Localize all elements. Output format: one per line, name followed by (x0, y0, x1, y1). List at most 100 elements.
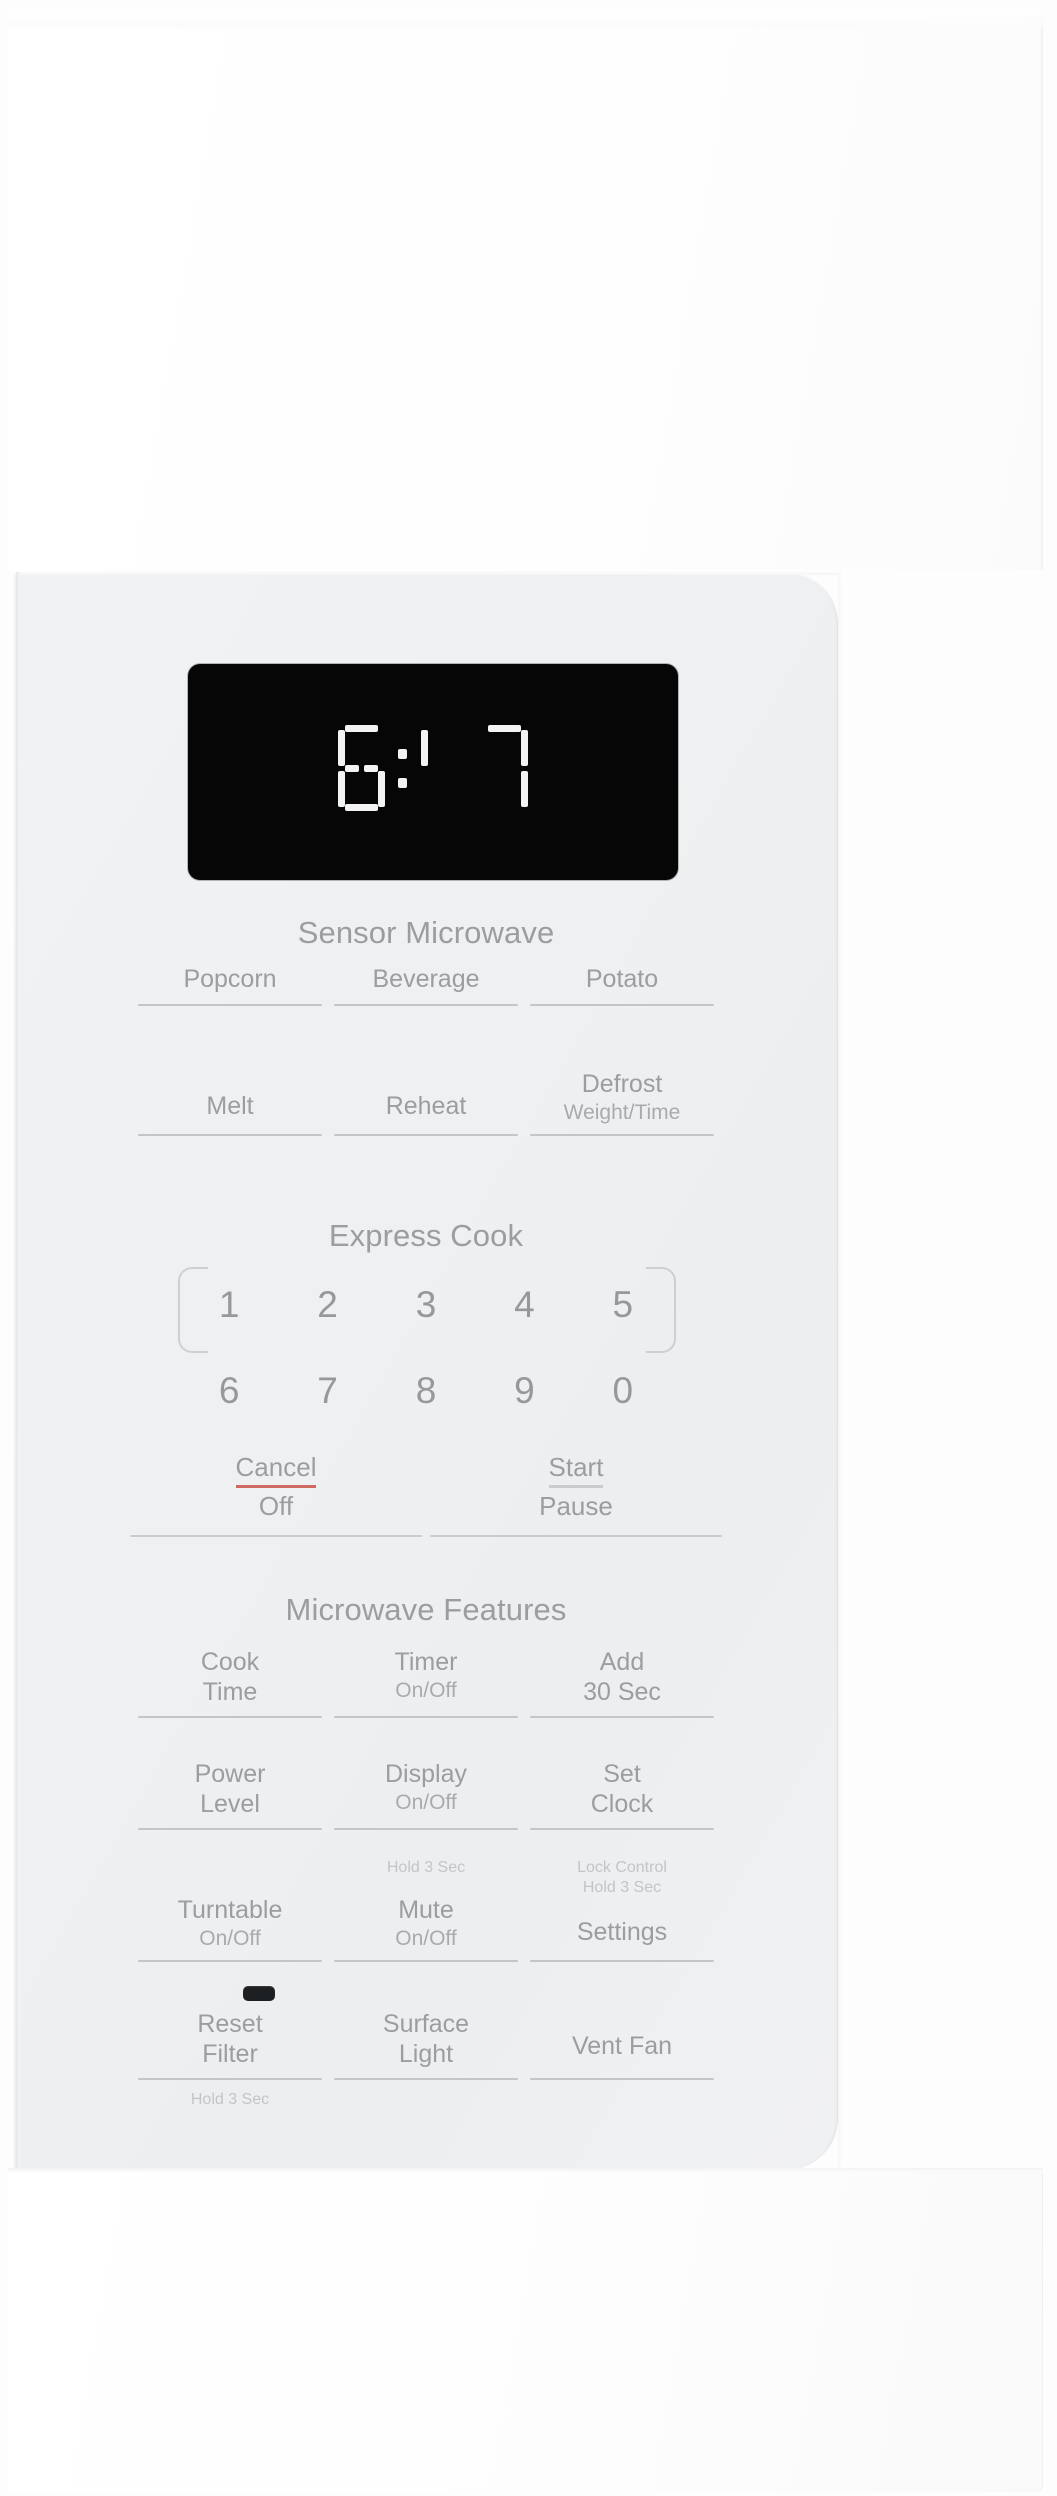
button-number-9[interactable]: 9 (475, 1372, 573, 1409)
button-power-sublabel: Level (200, 1789, 260, 1818)
button-melt[interactable]: Melt (132, 1070, 328, 1136)
button-display-sublabel: On/Off (395, 1790, 457, 1814)
microwave-door-upper (8, 8, 1043, 570)
button-vent-fan-underline (530, 2078, 714, 2080)
button-set-clock[interactable]: Set Clock (524, 1760, 720, 1830)
button-timer-sublabel: On/Off (395, 1678, 457, 1702)
button-number-0[interactable]: 0 (574, 1372, 672, 1409)
microwave-front-panel: Sensor Microwave Popcorn Beverage Potato… (0, 0, 1057, 2496)
button-number-1[interactable]: 1 (180, 1286, 278, 1323)
button-power-level[interactable]: Power Level (132, 1760, 328, 1830)
lcd-display (188, 664, 678, 880)
button-start-label: Start (548, 1452, 604, 1489)
button-reset-label: Reset (197, 2010, 263, 2038)
express-cook-number-row-1: 1 2 3 4 5 (14, 1286, 838, 1323)
button-set-clock-underline (530, 1828, 714, 1830)
caption-reset-filter-hold: Hold 3 Sec (132, 2090, 328, 2121)
button-reheat[interactable]: Reheat (328, 1070, 524, 1136)
button-beverage-underline (334, 1003, 518, 1006)
button-surface-label: Surface (382, 2010, 470, 2038)
button-timer-underline (334, 1716, 518, 1718)
button-vent-fan-label: Vent Fan (571, 2032, 673, 2060)
button-cancel-off[interactable]: Cancel Off (126, 1452, 426, 1537)
button-beverage-label: Beverage (372, 965, 480, 993)
button-turntable-sublabel: On/Off (199, 1926, 261, 1950)
button-potato-label: Potato (585, 965, 659, 993)
button-cook-time[interactable]: Cook Time (132, 1648, 328, 1718)
sensor-microwave-row-1: Popcorn Beverage Potato (14, 965, 838, 1006)
button-clock-sublabel: Clock (590, 1789, 654, 1818)
button-defrost[interactable]: Defrost Weight/Time (524, 1070, 720, 1136)
button-melt-label: Melt (206, 1092, 254, 1120)
button-popcorn[interactable]: Popcorn (132, 965, 328, 1006)
button-turntable-on-off[interactable]: Turntable On/Off (132, 1896, 328, 1962)
section-title-express-cook: Express Cook (328, 1218, 524, 1253)
button-cancel-underline (130, 1534, 422, 1537)
button-light-sublabel: Light (398, 2039, 454, 2068)
lcd-digit-hour (338, 725, 385, 811)
button-settings-label: Settings (576, 1918, 668, 1946)
lcd-clock-readout (338, 725, 528, 811)
control-panel-top-highlight (14, 570, 838, 575)
button-add-label: Add (599, 1648, 645, 1676)
features-row-4-captions: Hold 3 Sec (14, 2090, 838, 2121)
button-number-6[interactable]: 6 (180, 1372, 278, 1409)
button-start-underline (430, 1534, 722, 1537)
express-cook-number-row-2: 6 7 8 9 0 (14, 1372, 838, 1409)
button-settings[interactable]: Settings (524, 1896, 720, 1962)
button-reheat-underline (334, 1133, 518, 1136)
features-row-2: Power Level Display On/Off Set Clock (14, 1760, 838, 1830)
button-turntable-label: Turntable (177, 1896, 283, 1924)
button-display-on-off[interactable]: Display On/Off (328, 1760, 524, 1830)
button-defrost-label: Defrost (581, 1070, 663, 1098)
button-defrost-underline (530, 1133, 714, 1136)
button-cook-time-sublabel: Time (202, 1677, 258, 1706)
section-title-sensor-microwave: Sensor Microwave (297, 915, 555, 950)
button-power-level-underline (138, 1828, 322, 1830)
button-reset-filter-underline (138, 2078, 322, 2080)
door-top-highlight (8, 8, 1043, 28)
button-number-3[interactable]: 3 (377, 1286, 475, 1323)
button-popcorn-label: Popcorn (183, 965, 277, 993)
caption-slot-empty-b (328, 2090, 524, 2121)
caption-reset-filter-hold-label: Hold 3 Sec (190, 2091, 270, 2108)
button-add-30-sec[interactable]: Add 30 Sec (524, 1648, 720, 1718)
features-row-3: Turntable On/Off Mute On/Off Settings (14, 1896, 838, 1962)
button-mute-underline (334, 1959, 518, 1962)
button-add-sublabel: 30 Sec (583, 1677, 661, 1706)
button-surface-light-underline (334, 2078, 518, 2080)
reset-filter-indicator-led (243, 1986, 275, 2001)
button-timer-on-off[interactable]: Timer On/Off (328, 1648, 524, 1718)
button-display-underline (334, 1828, 518, 1830)
button-start-pause[interactable]: Start Pause (426, 1452, 726, 1537)
button-timer-label: Timer (394, 1648, 458, 1676)
button-vent-fan[interactable]: Vent Fan (524, 2010, 720, 2080)
button-beverage[interactable]: Beverage (328, 965, 524, 1006)
button-number-4[interactable]: 4 (475, 1286, 573, 1323)
button-number-2[interactable]: 2 (278, 1286, 376, 1323)
features-row-1: Cook Time Timer On/Off Add 30 Sec (14, 1648, 838, 1718)
button-number-5[interactable]: 5 (574, 1286, 672, 1323)
button-cook-time-underline (138, 1716, 322, 1718)
button-mute-sublabel: On/Off (395, 1926, 457, 1950)
button-number-7[interactable]: 7 (278, 1372, 376, 1409)
button-set-label: Set (603, 1760, 641, 1788)
button-number-8[interactable]: 8 (377, 1372, 475, 1409)
lcd-digit-minute-ones (481, 725, 528, 811)
sensor-microwave-row-2: Melt Reheat Defrost Weight/Time (14, 1070, 838, 1136)
button-reset-filter[interactable]: Reset Filter (132, 2010, 328, 2080)
button-surface-light[interactable]: Surface Light (328, 2010, 524, 2080)
lcd-colon (398, 725, 408, 811)
button-turntable-underline (138, 1959, 322, 1962)
button-pause-label: Pause (539, 1491, 613, 1522)
caption-display-hold-label: Hold 3 Sec (386, 1859, 466, 1876)
button-settings-underline (530, 1959, 714, 1962)
button-mute-on-off[interactable]: Mute On/Off (328, 1896, 524, 1962)
button-potato[interactable]: Potato (524, 965, 720, 1006)
button-cook-time-label: Cook (200, 1648, 260, 1676)
caption-lock-control-label: Lock Control Hold 3 Sec (577, 1859, 667, 1896)
cancel-start-row: Cancel Off Start Pause (14, 1452, 838, 1537)
button-cancel-label: Cancel (235, 1452, 317, 1489)
button-potato-underline (530, 1003, 714, 1006)
lcd-digit-minute-tens (421, 725, 468, 811)
